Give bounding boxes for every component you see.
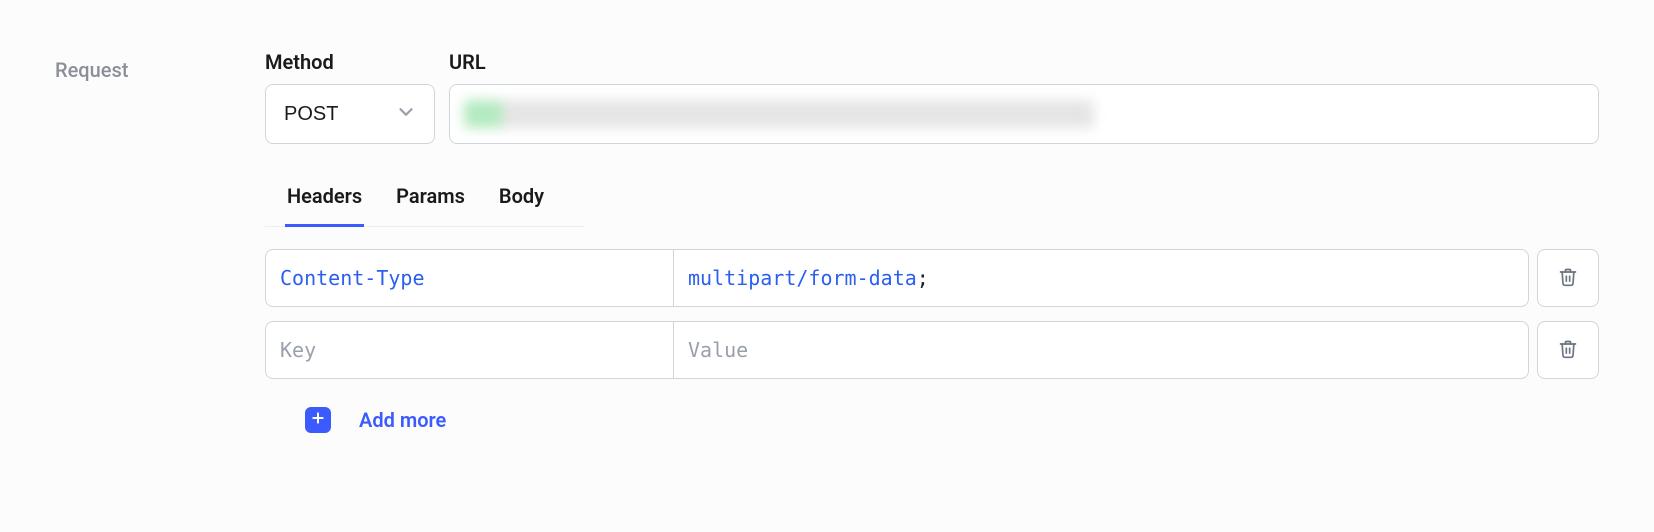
section-title: Request bbox=[55, 58, 265, 82]
add-more-button[interactable] bbox=[305, 407, 331, 433]
add-more-link[interactable]: Add more bbox=[359, 408, 446, 432]
header-key-input[interactable] bbox=[266, 322, 674, 378]
trash-icon bbox=[1558, 267, 1578, 290]
url-redacted bbox=[464, 100, 1094, 128]
url-label: URL bbox=[449, 50, 1599, 74]
tab-body[interactable]: Body bbox=[497, 184, 546, 227]
header-key-input[interactable] bbox=[266, 250, 674, 306]
tabs: Headers Params Body bbox=[265, 184, 585, 227]
url-field-group: URL bbox=[449, 50, 1599, 144]
header-value-input[interactable]: multipart/form-data; bbox=[674, 250, 1528, 306]
header-value-input[interactable] bbox=[674, 322, 1528, 378]
trash-icon bbox=[1558, 339, 1578, 362]
method-label: Method bbox=[265, 50, 435, 74]
delete-button[interactable] bbox=[1537, 321, 1599, 379]
method-select[interactable] bbox=[265, 84, 435, 144]
header-row bbox=[265, 321, 1599, 379]
header-row: multipart/form-data; bbox=[265, 249, 1599, 307]
method-field-group: Method bbox=[265, 50, 435, 144]
tab-params[interactable]: Params bbox=[394, 184, 467, 227]
tab-headers[interactable]: Headers bbox=[285, 184, 364, 227]
plus-icon bbox=[310, 410, 326, 430]
delete-button[interactable] bbox=[1537, 249, 1599, 307]
url-input[interactable] bbox=[449, 84, 1599, 144]
